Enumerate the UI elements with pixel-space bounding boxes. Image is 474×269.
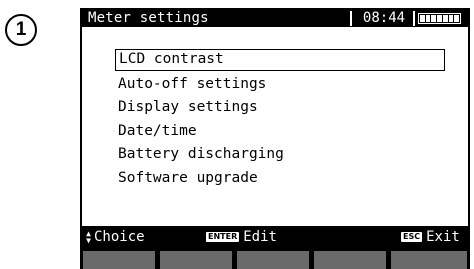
edit-hint: ENTER Edit [206,226,277,248]
menu-item-lcd-contrast[interactable]: LCD contrast [115,49,445,71]
settings-menu: LCD contrast Auto-off settings Display s… [115,49,445,190]
softkey-5[interactable] [391,251,467,269]
meter-display: Meter settings 08:44 LCD contrast Auto-o… [80,8,470,269]
title-divider [350,11,352,26]
softkey-2[interactable] [160,251,232,269]
up-down-arrows-icon: ▲ ▼ [86,229,91,245]
enter-key-icon: ENTER [206,232,240,242]
menu-item-battery-discharging[interactable]: Battery discharging [115,143,445,167]
edit-label: Edit [243,229,277,245]
menu-item-date-time[interactable]: Date/time [115,120,445,144]
clock-divider [413,11,415,26]
softkey-4[interactable] [314,251,386,269]
menu-item-auto-off-settings[interactable]: Auto-off settings [115,73,445,97]
screen-title: Meter settings [88,10,209,26]
clock-time: 08:44 [362,10,406,26]
step-number-badge: 1 [5,14,37,46]
softkey-1[interactable] [83,251,155,269]
battery-icon [418,13,461,24]
title-bar: Meter settings 08:44 [82,10,468,27]
exit-hint: ESC Exit [401,226,460,248]
softkey-3[interactable] [237,251,309,269]
exit-label: Exit [426,229,460,245]
choice-label: Choice [94,229,145,245]
lcd-screen: Meter settings 08:44 LCD contrast Auto-o… [82,10,468,248]
esc-key-icon: ESC [401,232,423,242]
hint-bar: ▲ ▼ Choice ENTER Edit ESC Exit [82,226,468,248]
choice-hint: ▲ ▼ Choice [84,226,145,248]
menu-item-software-upgrade[interactable]: Software upgrade [115,167,445,191]
menu-item-display-settings[interactable]: Display settings [115,96,445,120]
softkey-row [80,251,470,269]
